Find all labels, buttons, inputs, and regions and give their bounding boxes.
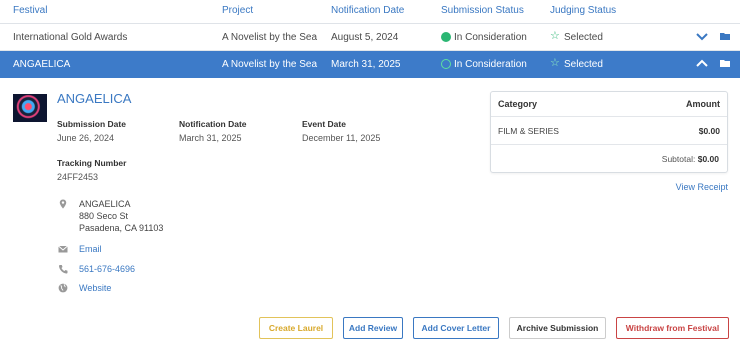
submission-status: In Consideration	[454, 59, 527, 70]
project-name: A Novelist by the Sea	[222, 32, 318, 43]
map-pin-icon	[59, 199, 67, 209]
subtotal-label: Subtotal:	[661, 154, 696, 164]
add-cover-letter-button[interactable]: Add Cover Letter	[413, 317, 499, 339]
address-name: ANGAELICA	[79, 199, 131, 209]
star-icon: ☆	[550, 57, 560, 69]
phone-icon	[58, 265, 68, 274]
archive-submission-button[interactable]: Archive Submission	[509, 317, 606, 339]
festival-name: International Gold Awards	[13, 32, 128, 43]
fees-table: Category Amount FILM & SERIES $0.00 Subt…	[490, 91, 728, 173]
notification-date: August 5, 2024	[331, 32, 399, 43]
category-header: Category	[498, 99, 538, 109]
fee-category: FILM & SERIES	[498, 126, 559, 136]
create-laurel-button[interactable]: Create Laurel	[259, 317, 333, 339]
folder-icon[interactable]	[720, 59, 730, 67]
folder-icon[interactable]	[720, 32, 730, 40]
submissions-table-header: Festival Project Notification Date Submi…	[0, 0, 740, 24]
star-icon: ☆	[550, 30, 560, 42]
submission-status: In Consideration	[454, 32, 527, 43]
festival-logo	[13, 94, 47, 122]
tracking-number: 24FF2453	[57, 172, 99, 182]
col-festival[interactable]: Festival	[13, 5, 47, 16]
phone-link[interactable]: 561-676-4696	[79, 264, 135, 274]
tracking-number-label: Tracking Number	[57, 158, 127, 168]
submission-row[interactable]: International Gold Awards A Novelist by …	[0, 24, 740, 51]
festival-name: ANGAELICA	[13, 59, 71, 70]
email-link[interactable]: Email	[79, 244, 102, 254]
event-date-label: Event Date	[302, 119, 346, 129]
festival-title[interactable]: ANGAELICA	[57, 91, 131, 106]
judging-status: Selected	[564, 59, 603, 70]
fees-subtotal: Subtotal: $0.00	[662, 154, 719, 164]
submission-date-label: Submission Date	[57, 119, 126, 129]
col-project[interactable]: Project	[222, 5, 253, 16]
add-review-button[interactable]: Add Review	[343, 317, 403, 339]
address-street: 880 Seco St	[79, 211, 129, 221]
col-judging-status[interactable]: Judging Status	[550, 5, 616, 16]
col-submission-status[interactable]: Submission Status	[441, 5, 524, 16]
address-city: Pasadena, CA 91103	[79, 223, 164, 233]
view-receipt-link[interactable]: View Receipt	[676, 182, 728, 192]
fee-row: FILM & SERIES $0.00	[491, 117, 727, 145]
amount-header: Amount	[686, 99, 720, 109]
submission-date: June 26, 2024	[57, 133, 115, 143]
check-circle-icon	[441, 32, 451, 42]
website-link[interactable]: Website	[79, 283, 111, 293]
mail-icon	[58, 245, 68, 253]
check-circle-icon	[441, 59, 451, 69]
col-notification-date[interactable]: Notification Date	[331, 5, 404, 16]
withdraw-from-festival-button[interactable]: Withdraw from Festival	[616, 317, 729, 339]
judging-status: Selected	[564, 32, 603, 43]
fees-table-header: Category Amount	[491, 92, 727, 117]
chevron-up-icon[interactable]	[695, 58, 709, 70]
notification-date-label: Notification Date	[179, 119, 247, 129]
notification-date-value: March 31, 2025	[179, 133, 242, 143]
notification-date: March 31, 2025	[331, 59, 401, 70]
chevron-down-icon[interactable]	[695, 31, 709, 43]
project-name: A Novelist by the Sea	[222, 59, 318, 70]
festival-address: ANGAELICA 880 Seco St Pasadena, CA 91103	[79, 198, 163, 234]
submission-row-expanded[interactable]: ANGAELICA A Novelist by the Sea March 31…	[0, 51, 740, 78]
fee-amount: $0.00	[698, 126, 720, 136]
subtotal-value: $0.00	[697, 154, 719, 164]
event-date: December 11, 2025	[302, 133, 381, 143]
globe-icon	[58, 283, 68, 293]
